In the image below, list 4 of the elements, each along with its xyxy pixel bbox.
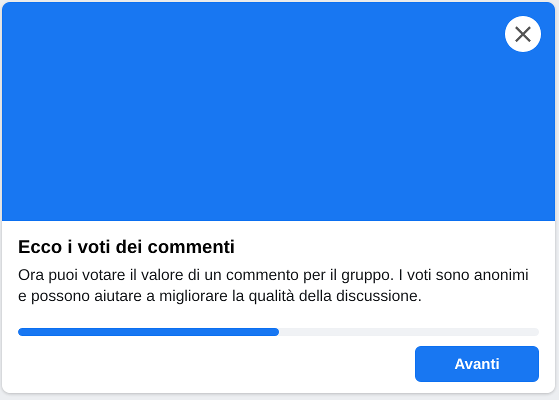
next-button[interactable]: Avanti bbox=[415, 346, 539, 382]
dialog-description: Ora puoi votare il valore di un commento per il gruppo. I voti sono anonimi e possono aiutare a migliorare la qualità della discussione. bbox=[18, 266, 530, 307]
dialog-title: Ecco i voti dei commenti bbox=[18, 235, 236, 259]
close-button[interactable]: × bbox=[505, 16, 541, 52]
